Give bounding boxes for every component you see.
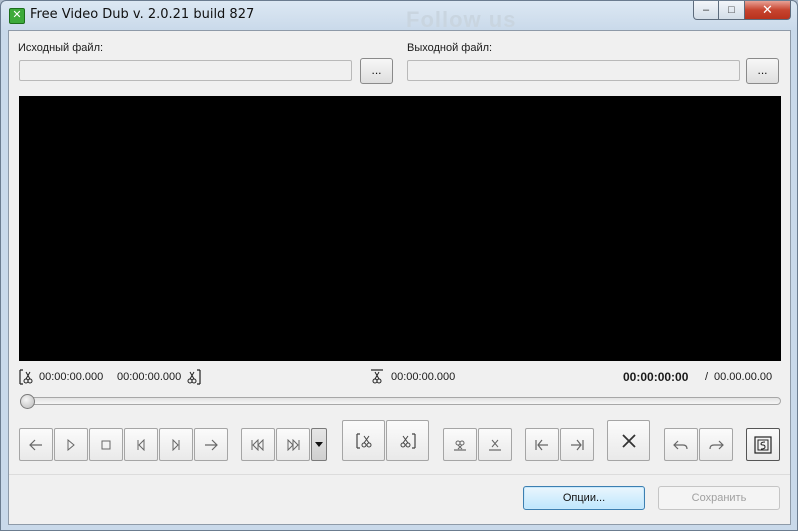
cut-end-button[interactable] <box>386 420 429 461</box>
stop-icon <box>101 440 111 449</box>
client-area: Исходный файл: ... Выходной файл: ... 00… <box>8 30 791 525</box>
marker-time: 00:00:00.000 <box>391 371 456 383</box>
delete-selection-button[interactable] <box>607 420 650 461</box>
main-window: Follow us ✕ Free Video Dub v. 2.0.21 bui… <box>0 0 798 531</box>
close-button[interactable]: ✕ <box>745 1 791 20</box>
prev-frame-button[interactable] <box>19 428 53 461</box>
source-file-label: Исходный файл: <box>18 42 104 54</box>
skip-to-start-button[interactable] <box>241 428 275 461</box>
maximize-button[interactable]: □ <box>719 1 745 20</box>
source-browse-button[interactable]: ... <box>360 58 393 84</box>
step-forward-button[interactable] <box>159 428 193 461</box>
play-button[interactable] <box>54 428 88 461</box>
mark-in-icon <box>454 440 466 451</box>
selection-end-icon <box>187 369 201 388</box>
delete-icon <box>621 433 636 448</box>
go-to-start-marker-button[interactable] <box>525 428 559 461</box>
mark-out-icon <box>489 439 501 451</box>
skip-to-start-icon <box>251 438 264 451</box>
minimize-button[interactable]: ‒ <box>693 1 719 20</box>
title-bar[interactable]: ✕ Free Video Dub v. 2.0.21 build 827 ‒ □… <box>1 1 797 29</box>
output-browse-button[interactable]: ... <box>746 58 779 84</box>
minimize-icon: ‒ <box>702 4 710 16</box>
undo-icon <box>673 440 688 449</box>
maximize-icon: □ <box>728 4 735 16</box>
undo-button[interactable] <box>664 428 698 461</box>
cut-start-icon <box>355 432 371 449</box>
close-icon: ✕ <box>762 2 773 17</box>
footer-separator <box>9 474 790 475</box>
window-controls: ‒ □ ✕ <box>693 1 791 20</box>
options-button[interactable]: Опции... <box>523 486 645 510</box>
redo-button[interactable] <box>699 428 733 461</box>
dropdown-arrow-icon <box>315 442 323 447</box>
arrow-right-icon <box>205 439 218 450</box>
output-file-label: Выходной файл: <box>407 42 493 54</box>
next-frame-button[interactable] <box>194 428 228 461</box>
marker-icon <box>370 369 384 388</box>
skip-to-end-button[interactable] <box>276 428 310 461</box>
step-back-icon <box>137 438 145 451</box>
current-time: 00:00:00:00 <box>623 370 689 384</box>
step-forward-icon <box>172 438 180 451</box>
window-title: Free Video Dub v. 2.0.21 build 827 <box>30 7 255 22</box>
cut-start-button[interactable] <box>342 420 385 461</box>
cut-end-icon <box>400 432 416 449</box>
step-back-button[interactable] <box>124 428 158 461</box>
source-file-field[interactable] <box>19 60 352 81</box>
selection-start-time: 00:00:00.000 <box>39 371 104 383</box>
skip-to-end-icon <box>287 438 300 451</box>
stop-button[interactable] <box>89 428 123 461</box>
mark-out-button[interactable] <box>478 428 512 461</box>
go-to-end-marker-button[interactable] <box>560 428 594 461</box>
scene-detect-icon <box>754 435 772 454</box>
timeline-info: 00:00:00.000 00:00:00.000 00:00:00.000 0… <box>19 369 781 387</box>
output-file-field[interactable] <box>407 60 740 81</box>
position-slider-thumb[interactable] <box>20 394 35 409</box>
time-separator: / <box>705 371 709 383</box>
scene-detect-button[interactable] <box>746 428 780 461</box>
skip-dropdown-button[interactable] <box>311 428 327 461</box>
go-to-start-marker-icon <box>535 439 548 450</box>
save-button[interactable]: Сохранить <box>658 486 780 510</box>
redo-icon <box>709 440 724 449</box>
arrow-left-icon <box>29 439 42 450</box>
play-icon <box>67 438 75 451</box>
app-icon: ✕ <box>9 8 25 24</box>
selection-start-icon <box>19 369 33 388</box>
total-time: 00.00.00.00 <box>714 371 773 383</box>
selection-end-time: 00:00:00.000 <box>117 371 182 383</box>
go-to-end-marker-icon <box>571 439 584 450</box>
video-preview[interactable] <box>19 96 781 361</box>
mark-in-button[interactable] <box>443 428 477 461</box>
position-slider[interactable] <box>20 397 781 405</box>
